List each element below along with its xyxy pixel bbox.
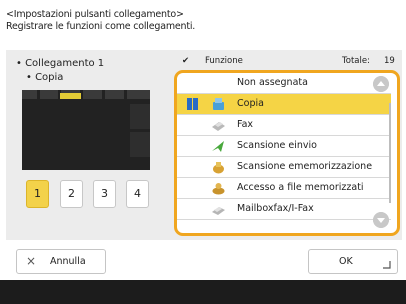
list-item-label: Scansione ememorizzazione	[237, 161, 373, 172]
list-item-mailbox[interactable]: Mailboxfax/I-Fax	[177, 199, 391, 220]
function-list[interactable]: Non assegnata Copia Fax Scansione einvio	[174, 70, 400, 236]
enter-icon	[383, 261, 391, 269]
list-item-label: Fax	[237, 119, 254, 130]
scroll-up-icon[interactable]	[373, 76, 389, 92]
page-button-3[interactable]: 3	[93, 180, 116, 208]
list-header: ✔ Funzione Totale: 19	[182, 56, 396, 68]
scroll-down-icon[interactable]	[373, 212, 389, 228]
check-icon: ✔	[182, 56, 190, 66]
ok-button[interactable]: OK	[308, 249, 398, 274]
column-label: Funzione	[205, 56, 243, 66]
list-item-label: Accesso a file memorizzati	[237, 182, 364, 193]
list-item-accesso-file[interactable]: Accesso a file memorizzati	[177, 178, 391, 199]
scrollbar-track[interactable]	[389, 103, 391, 203]
scan-store-icon	[213, 162, 224, 174]
list-item-label: Scansione einvio	[237, 140, 317, 151]
preview-selected-slot	[60, 93, 81, 99]
list-item-scansione-invio[interactable]: Scansione einvio	[177, 136, 391, 157]
ok-label: OK	[339, 256, 353, 267]
list-item-copia[interactable]: Copia	[177, 94, 391, 115]
list-item-non-assegnata[interactable]: Non assegnata	[177, 73, 391, 94]
total-label: Totale:	[342, 56, 370, 66]
cancel-label: Annulla	[50, 256, 86, 267]
footer-bar	[0, 280, 406, 304]
shortcut-subtitle: • Copia	[26, 72, 64, 83]
settings-panel: • Collegamento 1 • Copia 1 2 3 4 ✔ Funzi…	[6, 50, 402, 240]
scan-send-icon	[212, 141, 224, 152]
shortcut-title: • Collegamento 1	[16, 58, 105, 69]
fax-icon	[212, 122, 225, 131]
shortcut-preview	[22, 90, 150, 170]
stored-files-icon	[212, 183, 225, 195]
mailbox-icon	[212, 207, 225, 215]
list-item-label: Non assegnata	[237, 77, 308, 88]
total-value: 19	[384, 56, 395, 66]
page-button-2[interactable]: 2	[60, 180, 83, 208]
close-icon: ×	[26, 254, 37, 268]
cancel-button[interactable]: × Annulla	[16, 249, 106, 274]
page-button-4[interactable]: 4	[126, 180, 149, 208]
list-item-label: Copia	[237, 98, 264, 109]
list-item-fax[interactable]: Fax	[177, 115, 391, 136]
header-instructions: Registrare le funzioni come collegamenti…	[6, 21, 196, 32]
copy-icon	[213, 98, 224, 110]
list-item-label: Mailboxfax/I-Fax	[237, 203, 314, 214]
book-icon	[187, 98, 198, 110]
header-title: <Impostazioni pulsanti collegamento>	[6, 9, 184, 20]
list-item-scansione-memorizzazione[interactable]: Scansione ememorizzazione	[177, 157, 391, 178]
page-button-1[interactable]: 1	[26, 180, 49, 208]
